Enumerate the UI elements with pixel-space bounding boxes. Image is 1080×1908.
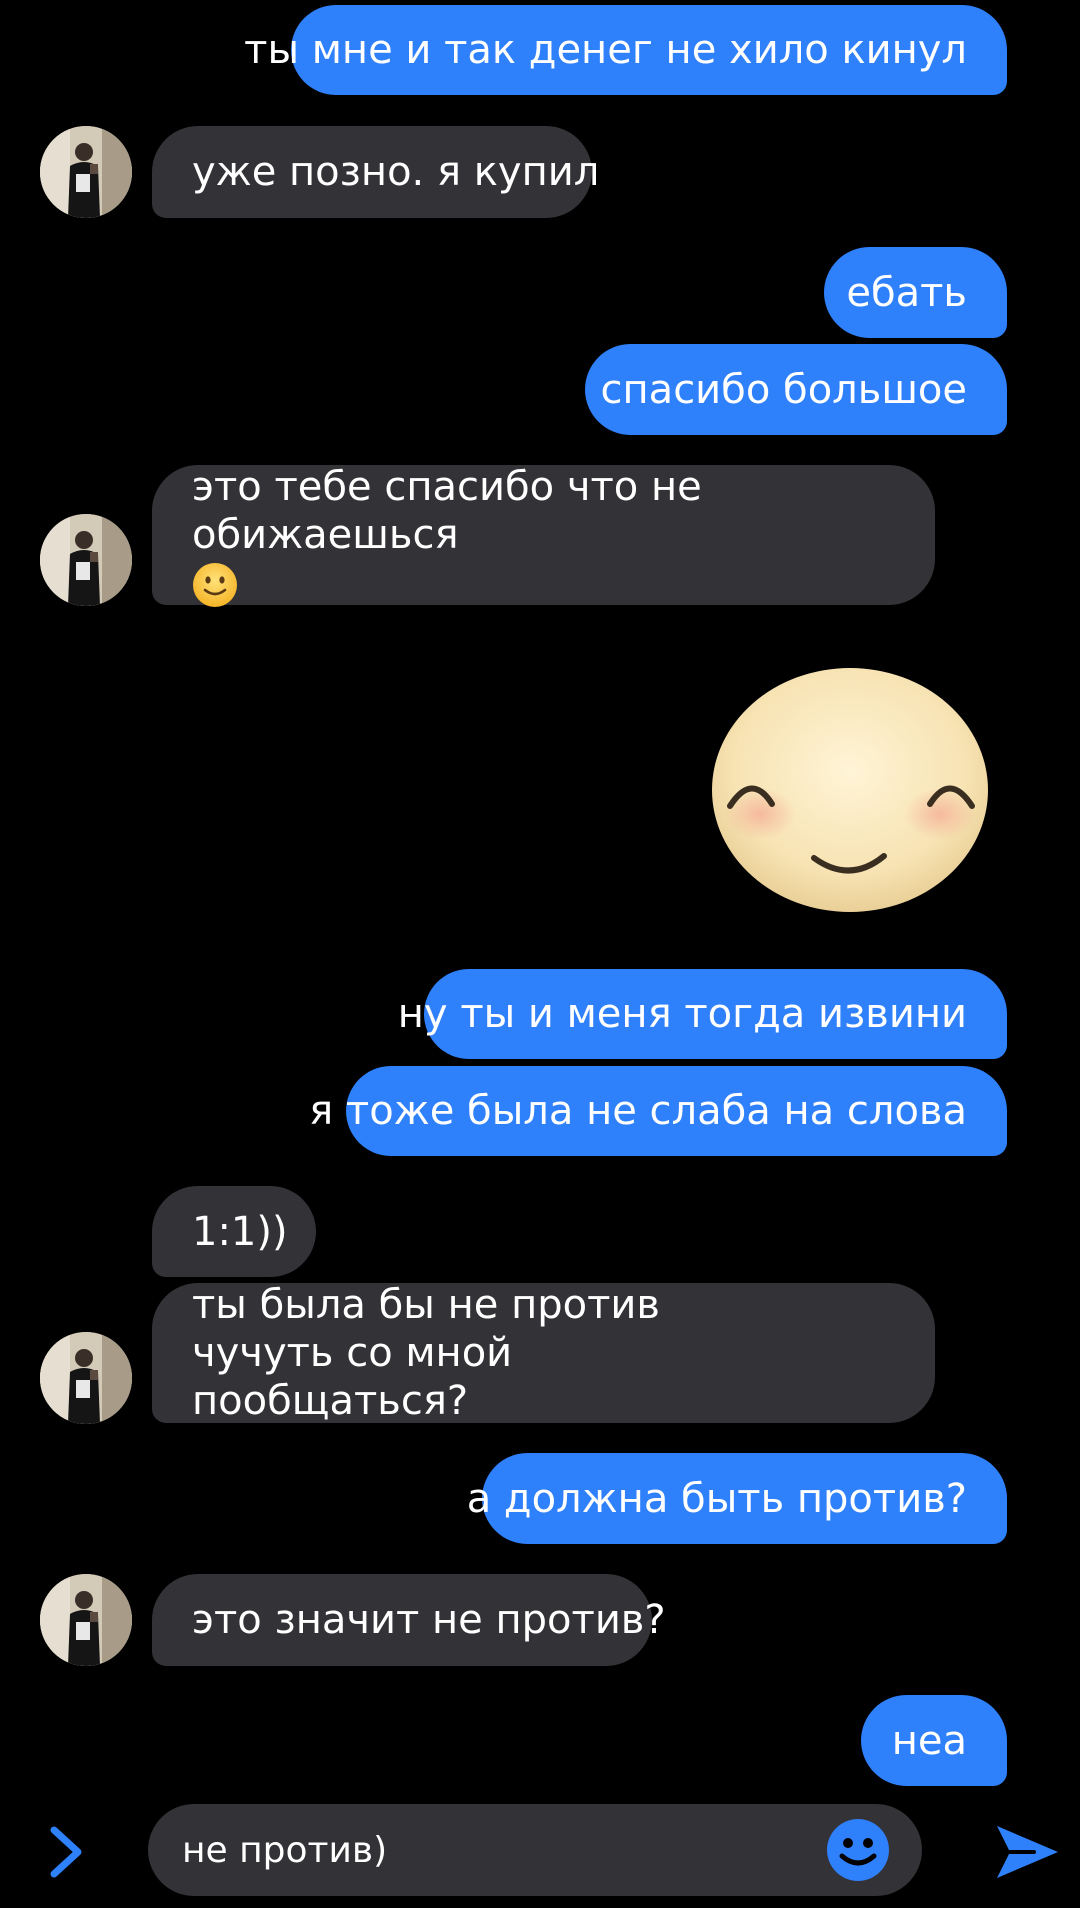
message-text: ну ты и меня тогда извини: [397, 991, 967, 1037]
contact-avatar[interactable]: [40, 1574, 132, 1666]
emoji-button[interactable]: [826, 1818, 890, 1882]
message-bubble-incoming[interactable]: это тебе спасибо что не обижаешься: [152, 463, 935, 608]
message-text: 1:1)): [192, 1208, 288, 1255]
message-text: уже позно. я купил: [192, 149, 600, 195]
message-bubble-outgoing[interactable]: ебать: [824, 247, 1007, 338]
message-bubble-incoming[interactable]: 1:1)): [152, 1186, 316, 1277]
send-button[interactable]: [994, 1822, 1060, 1882]
contact-avatar[interactable]: [40, 1332, 132, 1424]
message-bubble-outgoing[interactable]: спасибо большое: [585, 344, 1007, 435]
message-input-text[interactable]: не против): [182, 1830, 826, 1871]
message-bubble-incoming[interactable]: уже позно. я купил: [152, 126, 599, 218]
smiling-face-sticker[interactable]: [708, 668, 992, 916]
message-text: неа: [891, 1717, 967, 1764]
message-bubble-incoming[interactable]: ты была бы не против чучуть со мной пооб…: [152, 1282, 935, 1424]
expand-button[interactable]: [44, 1824, 88, 1880]
contact-avatar[interactable]: [40, 126, 132, 218]
message-text: а должна быть против?: [466, 1475, 967, 1522]
smiley-icon: [827, 1819, 889, 1881]
message-bubble-incoming[interactable]: это значит не против?: [152, 1574, 666, 1666]
message-text: спасибо большое: [600, 366, 967, 413]
message-text: это значит не против?: [192, 1597, 666, 1643]
message-text: ебать: [846, 269, 967, 316]
message-bubble-outgoing[interactable]: а должна быть против?: [467, 1453, 1007, 1544]
slightly-smiling-face-icon: [192, 562, 238, 608]
message-bubble-outgoing[interactable]: ну ты и меня тогда извини: [398, 969, 1007, 1059]
avatar-photo: [40, 126, 132, 218]
send-arrow-icon: [997, 1826, 1058, 1878]
message-text: ты мне и так денег не хило кинул: [244, 27, 967, 73]
message-text: это тебе спасибо что не обижаешься: [192, 463, 702, 558]
contact-avatar[interactable]: [40, 514, 132, 606]
message-bubble-outgoing[interactable]: неа: [861, 1695, 1007, 1786]
message-bubble-outgoing[interactable]: ты мне и так денег не хило кинул: [244, 5, 1007, 95]
message-text: я тоже была не слаба на слова: [309, 1088, 967, 1134]
avatar-photo: [40, 1332, 132, 1424]
message-input-field[interactable]: не против): [148, 1804, 922, 1896]
chevron-right-icon: [50, 1826, 82, 1878]
avatar-photo: [40, 514, 132, 606]
message-text: ты была бы не против чучуть со мной пооб…: [192, 1282, 660, 1424]
avatar-photo: [40, 1574, 132, 1666]
message-bubble-outgoing[interactable]: я тоже была не слаба на слова: [309, 1066, 1007, 1156]
